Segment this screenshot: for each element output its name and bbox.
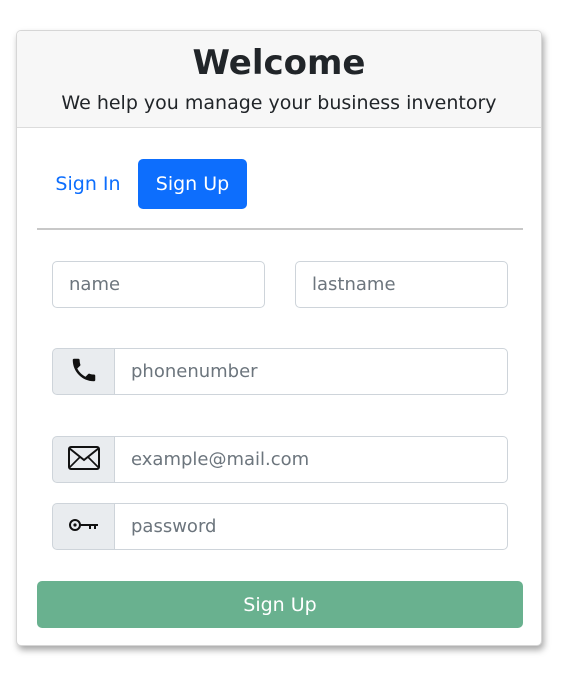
lastname-input[interactable] <box>295 261 508 308</box>
password-input[interactable] <box>114 503 508 550</box>
phone-addon <box>52 348 115 395</box>
password-addon <box>52 503 115 550</box>
email-addon <box>52 436 115 483</box>
phone-icon <box>69 355 99 389</box>
tab-sign-in[interactable]: Sign In <box>45 159 131 209</box>
key-icon <box>68 517 100 537</box>
page-subtitle: We help you manage your business invento… <box>61 92 497 114</box>
page-title: Welcome <box>192 43 366 83</box>
tab-sign-up[interactable]: Sign Up <box>138 159 247 209</box>
name-input[interactable] <box>52 261 265 308</box>
card-header: Welcome We help you manage your business… <box>17 31 541 128</box>
signup-card: Welcome We help you manage your business… <box>16 30 542 646</box>
auth-tabs: Sign In Sign Up <box>37 159 523 230</box>
sign-up-button[interactable]: Sign Up <box>37 581 523 628</box>
envelope-icon <box>68 445 100 474</box>
phone-input[interactable] <box>114 348 508 395</box>
email-input[interactable] <box>114 436 508 483</box>
